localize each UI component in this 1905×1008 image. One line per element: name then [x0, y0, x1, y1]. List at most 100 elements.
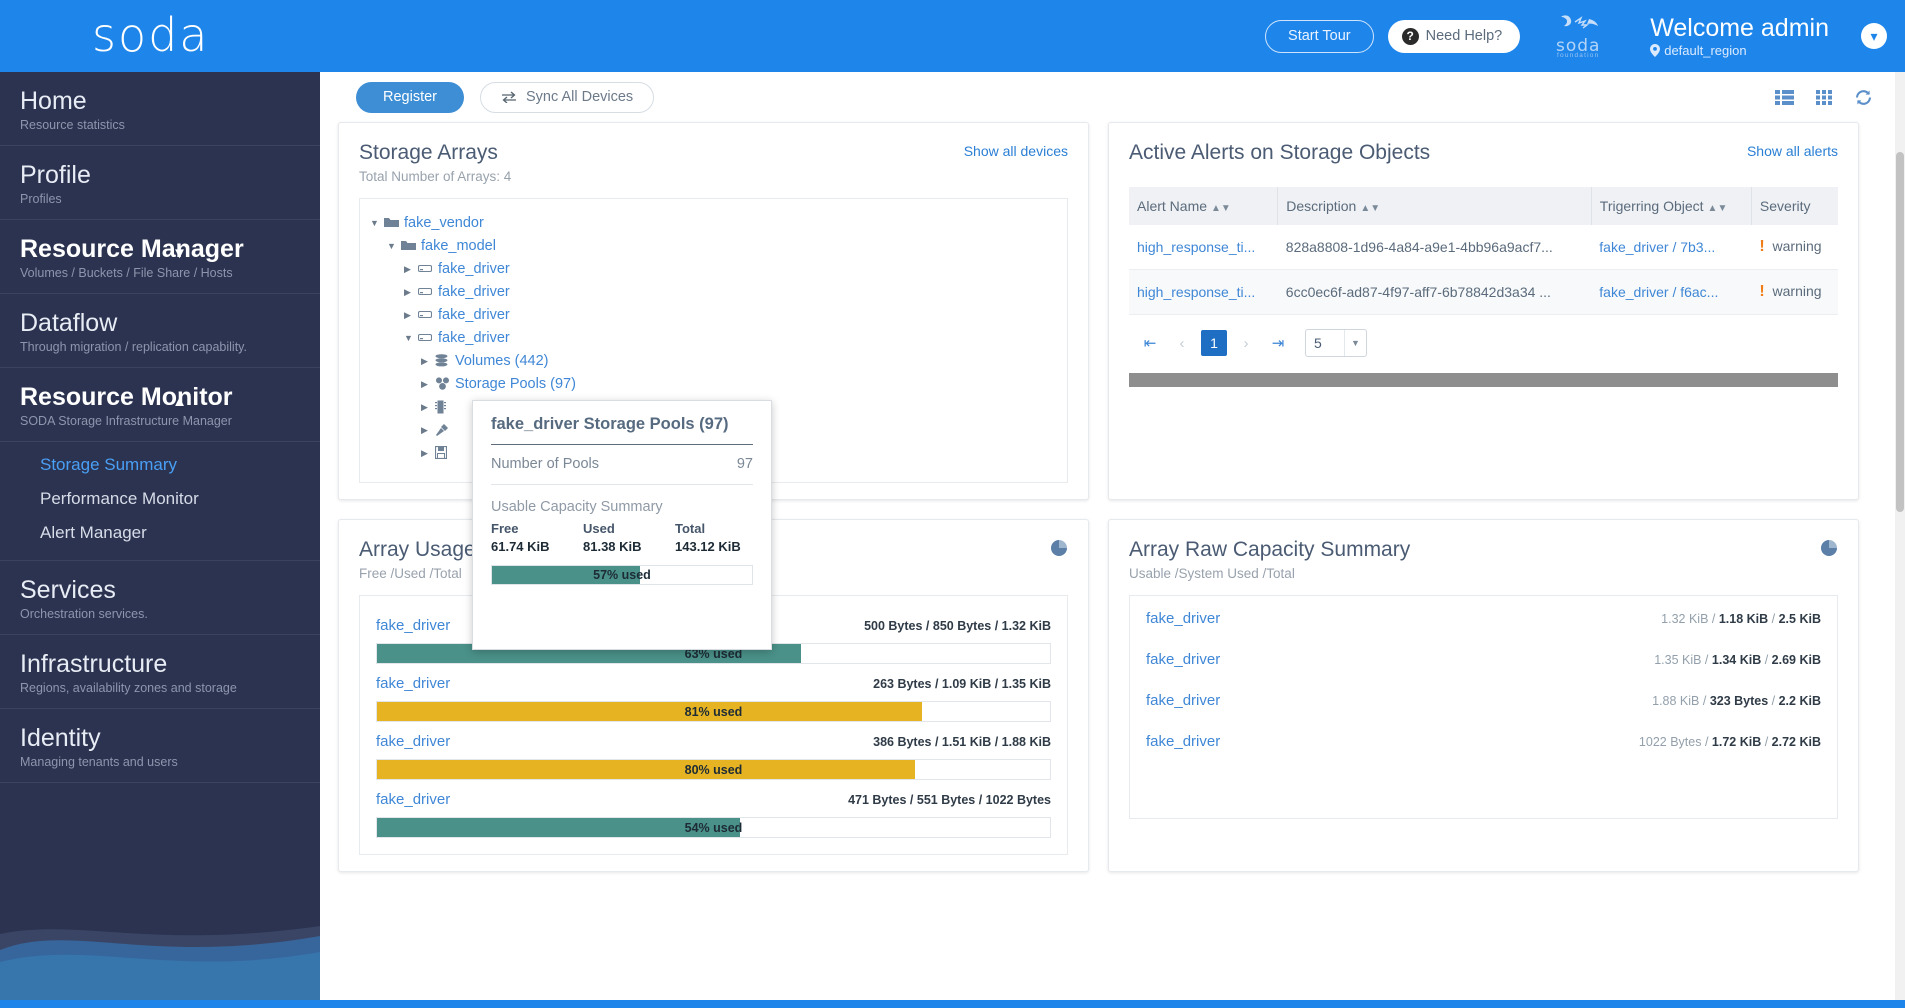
tree-caret-collapsed-icon[interactable]: ▶: [421, 374, 435, 394]
sidebar-item-identity[interactable]: Identity Managing tenants and users: [0, 709, 320, 783]
active-alerts-title: Active Alerts on Storage Objects: [1129, 141, 1431, 164]
tooltip-capacity-column: Total 143.12 KiB: [675, 521, 743, 554]
tree-node-label: fake_model: [421, 237, 496, 254]
tooltip-pools-value: 97: [736, 456, 753, 472]
show-all-alerts-link[interactable]: Show all alerts: [1747, 143, 1838, 159]
sidebar-item-infrastructure[interactable]: Infrastructure Regions, availability zone…: [0, 635, 320, 709]
grid-view-icon[interactable]: [1816, 89, 1832, 105]
sidebar-item-resource-monitor[interactable]: Resource Monitor SODA Storage Infrastruct…: [0, 368, 320, 442]
table-row[interactable]: high_response_ti... 828a8808-1d96-4a84-a9…: [1129, 225, 1838, 270]
sidebar-item-title: Profile: [20, 161, 91, 189]
resource-monitor-submenu: Storage Summary Performance Monitor Alert …: [0, 442, 320, 561]
tooltip-pools-row: Number of Pools 97: [473, 445, 771, 484]
tree-node[interactable]: ▶ fake_driver: [370, 257, 1057, 280]
prev-page-icon[interactable]: ‹: [1169, 330, 1195, 356]
show-all-devices-link[interactable]: Show all devices: [964, 143, 1068, 159]
tree-caret-collapsed-icon[interactable]: ▶: [421, 443, 435, 463]
start-tour-button[interactable]: Start Tour: [1265, 19, 1374, 53]
usage-bar-label: 81% used: [684, 704, 743, 719]
alert-name-link[interactable]: high_response_ti...: [1137, 239, 1255, 255]
storage-pools-icon: [435, 377, 455, 390]
sidebar-item-subtitle: SODA Storage Infrastructure Manager: [20, 414, 232, 428]
chevron-down-icon[interactable]: ▼: [172, 245, 187, 262]
active-alerts-card: Active Alerts on Storage Objects Show al…: [1108, 122, 1859, 500]
sidebar-item-services[interactable]: Services Orchestration services.: [0, 561, 320, 635]
alerts-table-body: high_response_ti... 828a8808-1d96-4a84-a9…: [1129, 225, 1838, 315]
sort-icon[interactable]: ▲▼: [1211, 203, 1231, 214]
tree-caret-expanded-icon[interactable]: ▼: [404, 328, 418, 348]
sidebar-item-subtitle: Resource statistics: [20, 118, 125, 132]
soda-logo[interactable]: soda: [92, 8, 210, 62]
tree-node-label: Volumes (442): [455, 352, 549, 369]
tree-node[interactable]: ▶ Storage Pools (97): [370, 372, 1057, 395]
triggering-object-link[interactable]: fake_driver / 7b3...: [1599, 239, 1715, 255]
tree-caret-collapsed-icon[interactable]: ▶: [404, 305, 418, 325]
need-help-button[interactable]: ? Need Help?: [1387, 19, 1521, 53]
severity-label: warning: [1772, 283, 1822, 299]
tree-caret-expanded-icon[interactable]: ▼: [387, 236, 401, 256]
last-page-icon[interactable]: ⇥: [1265, 330, 1291, 356]
folder-open-icon: [401, 239, 421, 252]
triggering-object-link[interactable]: fake_driver / f6ac...: [1599, 284, 1718, 300]
sync-all-devices-button[interactable]: Sync All Devices: [480, 81, 655, 113]
tree-node[interactable]: ▶ fake_driver: [370, 303, 1057, 326]
sidebar-subitem-storage-summary[interactable]: Storage Summary: [40, 448, 320, 482]
sidebar-item-profile[interactable]: Profile Profiles: [0, 146, 320, 220]
tooltip-capacity-head: Free: [491, 521, 519, 536]
raw-array-link[interactable]: fake_driver: [1146, 692, 1220, 709]
sidebar-item-subtitle: Orchestration services.: [20, 607, 148, 621]
sort-icon[interactable]: ▲▼: [1708, 203, 1728, 214]
refresh-icon[interactable]: [1854, 89, 1873, 106]
raw-array-link[interactable]: fake_driver: [1146, 733, 1220, 750]
tree-caret-collapsed-icon[interactable]: ▶: [421, 351, 435, 371]
list-view-icon[interactable]: [1775, 89, 1794, 105]
severity-label: warning: [1772, 238, 1822, 254]
tree-caret-collapsed-icon[interactable]: ▶: [404, 282, 418, 302]
register-button[interactable]: Register: [356, 81, 464, 113]
tree-node[interactable]: ▶ fake_driver: [370, 280, 1057, 303]
tooltip-capacity-columns: Free 61.74 KiB Used 81.38 KiB Total 143.12 Ki…: [473, 521, 771, 554]
sidebar-item-resource-manager[interactable]: Resource Manager Volumes / Buckets / File…: [0, 220, 320, 294]
user-menu-chevron-down-icon[interactable]: ▾: [1861, 23, 1887, 49]
first-page-icon[interactable]: ⇤: [1137, 330, 1163, 356]
tree-caret-collapsed-icon[interactable]: ▶: [421, 397, 435, 417]
horizontal-scrollbar[interactable]: [1129, 373, 1838, 387]
chevron-up-icon[interactable]: ▲: [172, 393, 187, 410]
tooltip-capacity-head: Used: [583, 521, 615, 536]
sort-icon[interactable]: ▲▼: [1360, 203, 1380, 214]
page-scrollbar-thumb[interactable]: [1896, 152, 1904, 512]
tree-caret-expanded-icon[interactable]: ▼: [370, 213, 384, 233]
tree-node[interactable]: ▼ fake_model: [370, 234, 1057, 257]
usage-bar: 80% used: [376, 759, 1051, 780]
table-row[interactable]: high_response_ti... 6cc0ec6f-ad87-4f97-af…: [1129, 269, 1838, 315]
tree-caret-collapsed-icon[interactable]: ▶: [421, 420, 435, 440]
tree-node-label: fake_vendor: [404, 214, 484, 231]
tree-node[interactable]: ▼ fake_driver: [370, 326, 1057, 349]
welcome-text: Welcome admin: [1650, 14, 1829, 42]
sidebar-item-home[interactable]: Home Resource statistics: [0, 72, 320, 146]
alerts-col-description[interactable]: Description ▲▼: [1277, 187, 1592, 225]
sidebar-item-dataflow[interactable]: Dataflow Through migration / replication …: [0, 294, 320, 368]
raw-array-link[interactable]: fake_driver: [1146, 610, 1220, 627]
sidebar-subitem-alert-manager[interactable]: Alert Manager: [40, 516, 320, 550]
usage-row: 471 Bytes / 551 Bytes / 1022 Bytes fake_d…: [376, 780, 1051, 838]
alert-name-link[interactable]: high_response_ti...: [1137, 284, 1255, 300]
tree-caret-collapsed-icon[interactable]: ▶: [404, 259, 418, 279]
tree-node[interactable]: ▶ Volumes (442): [370, 349, 1057, 372]
pie-chart-icon[interactable]: [1051, 540, 1068, 557]
tree-node[interactable]: ▼ fake_vendor: [370, 211, 1057, 234]
alerts-col-alert-name[interactable]: Alert Name ▲▼: [1129, 187, 1279, 225]
exclamation-icon: !: [1759, 238, 1765, 255]
storage-array-icon: [418, 309, 438, 320]
page-scrollbar[interactable]: [1895, 72, 1905, 1008]
tooltip-usage-bar-label: 57% used: [593, 568, 651, 582]
next-page-icon[interactable]: ›: [1233, 330, 1259, 356]
page-size-select[interactable]: 5 ▼: [1305, 329, 1367, 357]
alerts-table-header: Alert Name ▲▼ Description ▲▼ Trigerring Obje…: [1129, 187, 1838, 225]
sidebar-item-title: Infrastructure: [20, 650, 168, 678]
alerts-col-trigerring-object[interactable]: Trigerring Object ▲▼: [1591, 187, 1752, 225]
pie-chart-icon[interactable]: [1821, 540, 1838, 557]
page-number-1[interactable]: 1: [1201, 330, 1227, 356]
raw-array-link[interactable]: fake_driver: [1146, 651, 1220, 668]
sidebar-subitem-performance-monitor[interactable]: Performance Monitor: [40, 482, 320, 516]
